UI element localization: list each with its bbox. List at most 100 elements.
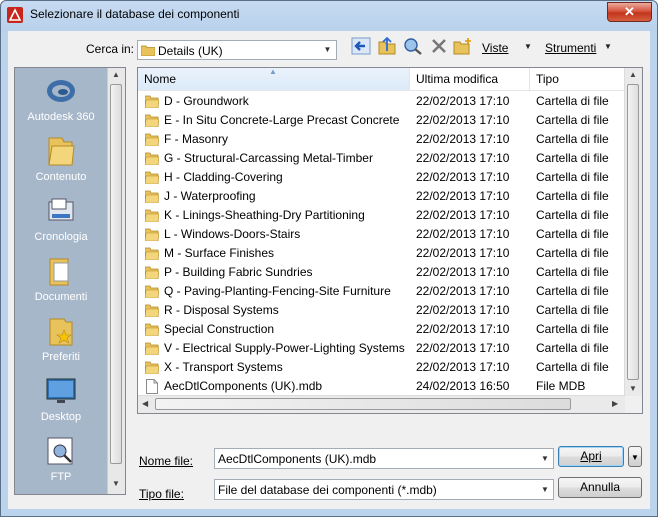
list-vertical-scrollbar[interactable]: ▲ ▼ [624,68,642,396]
scroll-right-icon[interactable]: ▶ [612,399,618,408]
file-modified: 22/02/2013 17:10 [416,189,510,203]
scroll-up-icon[interactable]: ▲ [112,70,120,79]
documents-icon [49,258,69,286]
views-label: Viste [482,41,509,55]
table-row[interactable]: L - Windows-Doors-Stairs 22/02/2013 17:10… [138,225,626,244]
column-name[interactable]: Nome ▲ [138,68,410,90]
file-type: Cartella di file [536,322,609,336]
place-autodesk360[interactable]: Autodesk 360 [15,74,107,123]
filename-value: AecDtlComponents (UK).mdb [218,452,377,466]
table-row[interactable]: AecDtlComponents (UK).mdb 24/02/2013 16:5… [138,377,626,396]
place-label: Contenuto [35,171,87,183]
folder-icon [145,152,159,165]
dialog-body: Cerca in: Details (UK) ▼ Viste ▼ Strumen… [8,31,650,509]
column-modified[interactable]: Ultima modifica [410,68,530,90]
table-row[interactable]: K - Linings-Sheathing-Dry Partitioning 22… [138,206,626,225]
up-folder-icon[interactable] [377,37,397,55]
search-web-icon[interactable] [403,37,423,55]
file-name: E - In Situ Concrete-Large Precast Concr… [164,113,400,127]
file-name: X - Transport Systems [164,360,283,374]
folder-icon [145,133,159,146]
table-row[interactable]: P - Building Fabric Sundries 22/02/2013 1… [138,263,626,282]
new-folder-icon[interactable] [453,37,473,55]
folder-icon [145,95,159,108]
table-row[interactable]: J - Waterproofing 22/02/2013 17:10 Cartell… [138,187,626,206]
file-modified: 22/02/2013 17:10 [416,284,510,298]
list-hscroll-thumb[interactable] [155,398,571,410]
folder-icon [145,285,159,298]
open-button[interactable]: Apri [558,446,624,467]
table-row[interactable]: Special Construction 22/02/2013 17:10 Cart… [138,320,626,339]
autocad-app-icon [7,7,23,23]
table-row[interactable]: G - Structural-Carcassing Metal-Timber 22… [138,149,626,168]
table-row[interactable]: E - In Situ Concrete-Large Precast Concr… [138,111,626,130]
chevron-down-icon[interactable]: ▼ [537,480,553,499]
file-modified: 22/02/2013 17:10 [416,246,510,260]
file-type: Cartella di file [536,246,609,260]
place-ftp[interactable]: FTP [15,434,107,483]
scroll-left-icon[interactable]: ◀ [142,399,148,408]
column-type[interactable]: Tipo [530,68,626,90]
folder-icon [145,304,159,317]
file-name: AecDtlComponents (UK).mdb [164,379,323,393]
look-in-combo[interactable]: Details (UK) ▼ [137,40,337,60]
scroll-up-icon[interactable]: ▲ [629,70,637,79]
chevron-down-icon[interactable]: ▼ [537,449,553,468]
list-vscroll-thumb[interactable] [627,84,639,380]
table-row[interactable]: D - Groundwork 22/02/2013 17:10 Cartella d… [138,92,626,111]
place-documenti[interactable]: Documenti [15,254,107,303]
sort-ascending-icon: ▲ [269,67,277,76]
back-icon[interactable] [351,37,371,55]
cancel-button[interactable]: Annulla [558,477,642,498]
title-bar: Selezionare il database dei componenti ✕ [1,1,657,29]
scroll-corner [625,396,642,413]
table-row[interactable]: M - Surface Finishes 22/02/2013 17:10 Cart… [138,244,626,263]
filename-label-text: Nome file: [139,454,194,468]
dialog-window: Selezionare il database dei componenti ✕… [0,0,658,517]
file-modified: 22/02/2013 17:10 [416,303,510,317]
place-contenuto[interactable]: Contenuto [15,134,107,183]
views-dropdown-icon[interactable]: ▼ [524,42,532,51]
filetype-combo[interactable]: File del database dei componenti (*.mdb)… [214,479,554,500]
places-scroll-thumb[interactable] [110,84,122,464]
folder-icon [145,323,159,336]
file-type: Cartella di file [536,170,609,184]
scroll-down-icon[interactable]: ▼ [112,479,120,488]
table-row[interactable]: F - Masonry 22/02/2013 17:10 Cartella di f… [138,130,626,149]
file-modified: 22/02/2013 17:10 [416,341,510,355]
open-button-label: Apri [580,449,602,463]
chevron-down-icon: ▼ [631,453,639,462]
place-desktop[interactable]: Desktop [15,374,107,423]
file-type: Cartella di file [536,284,609,298]
file-modified: 22/02/2013 17:10 [416,170,510,184]
file-type: Cartella di file [536,132,609,146]
file-name: V - Electrical Supply-Power-Lighting Sys… [164,341,405,355]
tools-menu[interactable]: Strumenti [545,41,596,55]
column-name-label: Nome [144,72,177,86]
delete-icon[interactable] [429,37,449,55]
file-name: F - Masonry [164,132,229,146]
file-name: D - Groundwork [164,94,249,108]
place-preferiti[interactable]: Preferiti [15,314,107,363]
open-options-button[interactable]: ▼ [628,446,642,467]
views-menu[interactable]: Viste [482,41,508,55]
folder-icon [48,137,75,166]
list-horizontal-scrollbar[interactable]: ◀ ▶ [138,395,626,413]
table-row[interactable]: V - Electrical Supply-Power-Lighting Sys… [138,339,626,358]
close-button[interactable]: ✕ [607,2,652,22]
table-row[interactable]: Q - Paving-Planting-Fencing-Site Furnitu… [138,282,626,301]
folder-icon [145,342,159,355]
scroll-down-icon[interactable]: ▼ [629,384,637,393]
folder-icon [145,266,159,279]
table-row[interactable]: H - Cladding-Covering 22/02/2013 17:10 Car… [138,168,626,187]
place-cronologia[interactable]: Cronologia [15,194,107,243]
file-modified: 22/02/2013 17:10 [416,322,510,336]
file-name: G - Structural-Carcassing Metal-Timber [164,151,373,165]
table-row[interactable]: X - Transport Systems 22/02/2013 17:10 Car… [138,358,626,377]
file-modified: 22/02/2013 17:10 [416,113,510,127]
filename-input[interactable]: AecDtlComponents (UK).mdb ▼ [214,448,554,469]
table-row[interactable]: R - Disposal Systems 22/02/2013 17:10 Cart… [138,301,626,320]
file-list: Nome ▲ Ultima modifica Tipo D - Groundwo… [137,67,643,414]
tools-dropdown-icon[interactable]: ▼ [604,42,612,51]
places-scrollbar[interactable]: ▲ ▼ [107,68,125,494]
